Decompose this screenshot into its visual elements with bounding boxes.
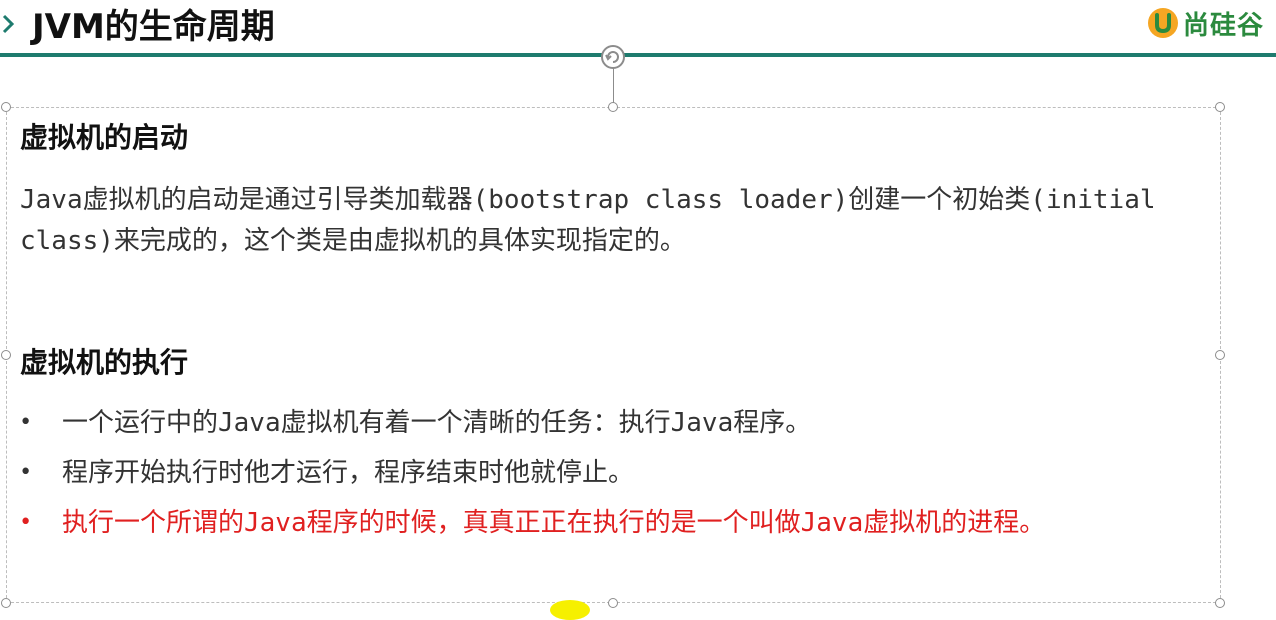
bullet-dot: •: [19, 510, 33, 535]
rotate-icon[interactable]: [600, 44, 626, 70]
resize-handle-bottom-right[interactable]: [1215, 598, 1225, 608]
list-item-highlighted: • 执行一个所谓的Java程序的时候，真真正正在执行的是一个叫做Java虚拟机的…: [0, 502, 1182, 544]
bullet-dot: •: [19, 460, 33, 485]
rotate-handle-stem: [613, 66, 614, 104]
slide-header: JVM的生命周期 尚硅谷: [0, 0, 1276, 58]
bullet-text: 程序开始执行时他才运行，程序结束时他就停止。: [62, 458, 635, 488]
resize-handle-bottom[interactable]: [608, 598, 618, 608]
list-item: • 程序开始执行时他才运行，程序结束时他就停止。: [0, 452, 1182, 494]
section-heading-startup: 虚拟机的启动: [20, 121, 189, 154]
bullet-text: 执行一个所谓的Java程序的时候，真真正正在执行的是一个叫做Java虚拟机的进程…: [62, 508, 1046, 538]
resize-handle-left[interactable]: [1, 350, 11, 360]
resize-handle-bottom-left[interactable]: [1, 598, 11, 608]
chevron-right-icon: [2, 14, 15, 34]
bullet-text: 一个运行中的Java虚拟机有着一个清晰的任务：执行Java程序。: [62, 408, 812, 438]
pointer-highlight: [550, 600, 590, 620]
slide-title: JVM的生命周期: [32, 7, 275, 47]
section-heading-execution: 虚拟机的执行: [20, 346, 189, 379]
resize-handle-right[interactable]: [1215, 350, 1225, 360]
brand: 尚硅谷: [1147, 6, 1264, 41]
list-item: • 一个运行中的Java虚拟机有着一个清晰的任务：执行Java程序。: [0, 402, 1182, 444]
header-rule: [0, 53, 1276, 57]
resize-handle-top-right[interactable]: [1215, 102, 1225, 112]
brand-name: 尚硅谷: [1182, 10, 1264, 41]
startup-paragraph: Java虚拟机的启动是通过引导类加载器(bootstrap class load…: [20, 185, 1156, 256]
resize-handle-top[interactable]: [608, 102, 618, 112]
resize-handle-top-left[interactable]: [1, 102, 11, 112]
brand-u-logo-icon: [1147, 8, 1178, 38]
bullet-dot: •: [19, 410, 33, 435]
execution-bullet-list: • 一个运行中的Java虚拟机有着一个清晰的任务：执行Java程序。 • 程序开…: [0, 402, 1220, 544]
